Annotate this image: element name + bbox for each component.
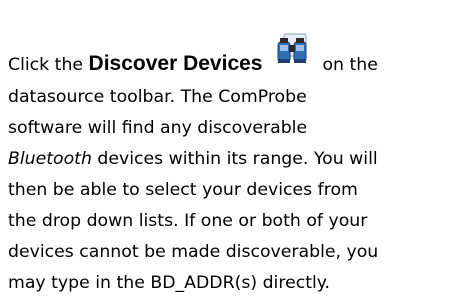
text-line: the drop down lists. If one or both of y… bbox=[8, 211, 368, 231]
help-paragraph: Click the Discover Devices on the dataso… bbox=[8, 0, 463, 299]
text-fragment: devices within its range. You will bbox=[91, 149, 378, 169]
instruction-suffix: on the bbox=[316, 55, 378, 75]
text-line: software will find any discoverable bbox=[8, 118, 308, 138]
discover-devices-label: Discover Devices bbox=[88, 52, 263, 75]
text-line: datasource toolbar. The ComProbe bbox=[8, 87, 307, 107]
text-line: may type in the BD_ADDR(s) directly. bbox=[8, 273, 331, 293]
text-line: devices cannot be made discoverable, you bbox=[8, 242, 379, 262]
bluetooth-term: Bluetooth bbox=[8, 149, 92, 169]
text-line: Bluetooth devices within its range. You … bbox=[8, 144, 463, 175]
instruction-line: Click the Discover Devices on the bbox=[8, 33, 463, 82]
instruction-prefix: Click the bbox=[8, 55, 89, 75]
text-line: then be able to select your devices from bbox=[8, 180, 358, 200]
binoculars-icon bbox=[275, 33, 311, 67]
